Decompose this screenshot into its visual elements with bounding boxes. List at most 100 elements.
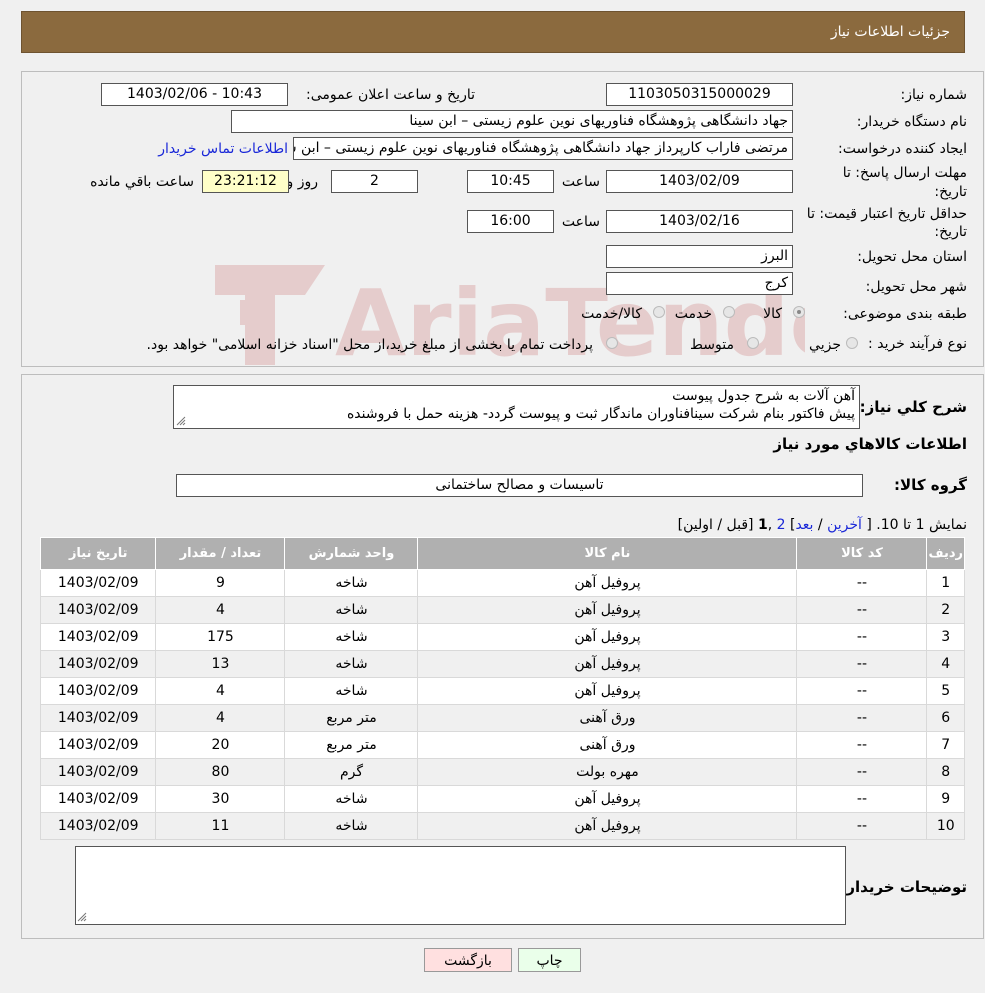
cell-row-number: 7 [926, 731, 965, 759]
category-option-goods-service: کالا/خدمت [581, 306, 642, 322]
col-header-quantity: تعداد / مقدار [155, 537, 286, 570]
table-row: 1 -- پروفیل آهن شاخه 9 1403/02/09 [39, 569, 965, 597]
validity-time-label: ساعت [561, 214, 600, 230]
col-header-name: نام کالا [417, 537, 798, 570]
time-remaining-label: ساعت باقي مانده [90, 174, 194, 190]
cell-quantity: 4 [155, 704, 286, 732]
deadline-label-line1: مهلت ارسال پاسخ: تا [842, 165, 967, 181]
cell-code: -- [796, 569, 928, 597]
cell-date: 1403/02/09 [39, 704, 157, 732]
goods-group-field: تاسیسات و مصالح ساختمانی [176, 474, 863, 497]
cell-quantity: 175 [155, 623, 286, 651]
cell-code: -- [796, 785, 928, 813]
cell-name: ورق آهنی [417, 704, 798, 732]
description-line-2: پیش فاکتور بنام شرکت سینافناوران ماندگار… [346, 406, 855, 422]
table-row: 8 -- مهره بولت گرم 80 1403/02/09 [39, 758, 965, 786]
process-option-medium: متوسط [690, 337, 734, 353]
table-row: 2 -- پروفیل آهن شاخه 4 1403/02/09 [39, 596, 965, 624]
cell-name: ورق آهنی [417, 731, 798, 759]
cell-date: 1403/02/09 [39, 596, 157, 624]
announce-label: تاریخ و ساعت اعلان عمومی: [306, 87, 475, 103]
creator-field: مرتضی فاراب کارپرداز جهاد دانشگاهی پژوهش… [293, 137, 793, 160]
days-remaining-field: 2 [331, 170, 418, 193]
cell-date: 1403/02/09 [39, 758, 157, 786]
description-label: شرح کلي نیاز: [859, 398, 967, 416]
col-header-date: تاریخ نیاز [39, 537, 157, 570]
process-option-minor: جزیي [809, 337, 841, 353]
cell-row-number: 8 [926, 758, 965, 786]
table-row: 10 -- پروفیل آهن شاخه 11 1403/02/09 [39, 812, 965, 840]
cell-unit: شاخه [284, 677, 419, 705]
need-number-field: 1103050315000029 [606, 83, 793, 106]
buyer-label: نام دستگاه خریدار: [856, 114, 967, 130]
process-radio-minor[interactable] [846, 337, 858, 349]
col-header-row: ردیف [926, 537, 965, 570]
cell-row-number: 9 [926, 785, 965, 813]
table-header-row: ردیف کد کالا نام کالا واحد شمارش تعداد /… [39, 537, 965, 570]
cell-name: پروفیل آهن [417, 785, 798, 813]
paging-page-2[interactable]: 2 [777, 517, 786, 533]
cell-unit: شاخه [284, 812, 419, 840]
category-label: طبقه بندی موضوعی: [843, 306, 967, 322]
category-radio-goods[interactable] [793, 306, 805, 318]
print-button[interactable]: چاپ [518, 948, 581, 972]
deadline-date-field: 1403/02/09 [606, 170, 793, 193]
cell-code: -- [796, 812, 928, 840]
cell-row-number: 10 [926, 812, 965, 840]
paging-prefix: نمایش 1 تا 10. [ [866, 517, 967, 533]
goods-group-label: گروه کالا: [894, 476, 967, 494]
deadline-time-label: ساعت [561, 174, 600, 190]
validity-label-line2: تاریخ: [934, 224, 967, 240]
goods-table: ردیف کد کالا نام کالا واحد شمارش تعداد /… [39, 537, 965, 840]
process-radio-medium[interactable] [747, 337, 759, 349]
cell-row-number: 2 [926, 596, 965, 624]
buyer-contact-link[interactable]: اطلاعات تماس خریدار [158, 141, 288, 157]
cell-date: 1403/02/09 [39, 785, 157, 813]
deadline-time-field: 10:45 [467, 170, 554, 193]
back-button[interactable]: بازگشت [424, 948, 512, 972]
cell-date: 1403/02/09 [39, 677, 157, 705]
process-radio-treasury[interactable] [606, 337, 618, 349]
table-paging: نمایش 1 تا 10. [ آخرین / بعد] 2 ,1 [قبل … [677, 517, 967, 533]
cell-date: 1403/02/09 [39, 569, 157, 597]
cell-quantity: 20 [155, 731, 286, 759]
cell-row-number: 3 [926, 623, 965, 651]
resize-handle-icon[interactable] [77, 912, 87, 922]
category-radio-goods-service[interactable] [653, 306, 665, 318]
need-number-label: شماره نیاز: [900, 87, 968, 103]
province-label: استان محل تحویل: [857, 249, 967, 265]
table-row: 9 -- پروفیل آهن شاخه 30 1403/02/09 [39, 785, 965, 813]
cell-code: -- [796, 704, 928, 732]
table-row: 5 -- پروفیل آهن شاخه 4 1403/02/09 [39, 677, 965, 705]
description-line-1: آهن آلات به شرح جدول پیوست [672, 388, 855, 404]
cell-row-number: 6 [926, 704, 965, 732]
cell-quantity: 30 [155, 785, 286, 813]
validity-label-line1: حداقل تاریخ اعتبار قیمت: تا [806, 206, 967, 222]
cell-code: -- [796, 596, 928, 624]
days-label: روز و [286, 174, 319, 190]
table-row: 4 -- پروفیل آهن شاخه 13 1403/02/09 [39, 650, 965, 678]
paging-suffix: [قبل / اولین] [677, 517, 754, 533]
category-radio-service[interactable] [723, 306, 735, 318]
buyer-notes-textarea [75, 846, 846, 925]
cell-name: پروفیل آهن [417, 596, 798, 624]
cell-code: -- [796, 677, 928, 705]
cell-name: پروفیل آهن [417, 623, 798, 651]
cell-quantity: 4 [155, 677, 286, 705]
announce-field: 1403/02/06 - 10:43 [101, 83, 288, 106]
table-row: 7 -- ورق آهنی متر مربع 20 1403/02/09 [39, 731, 965, 759]
cell-quantity: 80 [155, 758, 286, 786]
paging-next-link[interactable]: بعد [795, 517, 813, 533]
category-option-goods: کالا [763, 306, 782, 322]
paging-last-link[interactable]: آخرین [827, 517, 862, 533]
cell-unit: شاخه [284, 596, 419, 624]
page-header: جزئیات اطلاعات نیاز [21, 11, 965, 53]
cell-unit: متر مربع [284, 704, 419, 732]
cell-quantity: 13 [155, 650, 286, 678]
buyer-field: جهاد دانشگاهی پژوهشگاه فناوریهای نوین عل… [231, 110, 793, 133]
city-field: کرج [606, 272, 793, 295]
table-row: 6 -- ورق آهنی متر مربع 4 1403/02/09 [39, 704, 965, 732]
cell-date: 1403/02/09 [39, 650, 157, 678]
description-textarea: آهن آلات به شرح جدول پیوست پیش فاکتور بن… [173, 385, 860, 429]
resize-handle-icon[interactable] [176, 416, 186, 426]
